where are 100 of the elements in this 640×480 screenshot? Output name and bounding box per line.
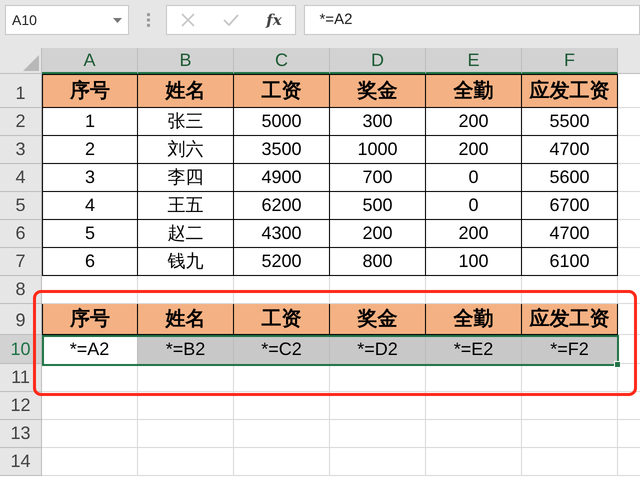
empty-cell[interactable]: [138, 448, 234, 476]
row-header[interactable]: 4: [0, 164, 42, 192]
table-cell: 4900: [234, 164, 330, 192]
table-cell: 刘六: [138, 136, 234, 164]
empty-cell[interactable]: [138, 364, 234, 392]
table-cell: 钱九: [138, 248, 234, 276]
table-cell: 1: [42, 108, 138, 136]
table-cell: 6100: [522, 248, 618, 276]
table-cell: 5000: [234, 108, 330, 136]
table-cell: 2: [42, 136, 138, 164]
table-cell: 6200: [234, 192, 330, 220]
column-header[interactable]: A: [42, 48, 138, 74]
name-box[interactable]: A10: [5, 5, 130, 35]
table-header-cell: 工资: [234, 304, 330, 335]
empty-cell[interactable]: [426, 392, 522, 420]
table-cell[interactable]: *=B2: [138, 335, 234, 364]
table-header-cell: 全勤: [426, 74, 522, 108]
table-cell: 6: [42, 248, 138, 276]
empty-cell[interactable]: [234, 420, 330, 448]
row-header[interactable]: 2: [0, 108, 42, 136]
table-cell: 5: [42, 220, 138, 248]
table-cell: 500: [330, 192, 426, 220]
empty-cell[interactable]: [138, 392, 234, 420]
row-header[interactable]: 10: [0, 335, 42, 364]
table-cell: 100: [426, 248, 522, 276]
empty-cell[interactable]: [522, 392, 618, 420]
column-header[interactable]: B: [138, 48, 234, 74]
table-cell[interactable]: *=C2: [234, 335, 330, 364]
empty-cell[interactable]: [426, 420, 522, 448]
table-cell: 200: [426, 136, 522, 164]
cell-reference: A10: [12, 10, 37, 30]
grip-icon: [147, 13, 150, 27]
table-header-cell: 奖金: [330, 304, 426, 335]
empty-cell[interactable]: [234, 364, 330, 392]
table-cell: 李四: [138, 164, 234, 192]
table-cell: 张三: [138, 108, 234, 136]
table-cell: 5600: [522, 164, 618, 192]
table-cell: 700: [330, 164, 426, 192]
table-cell: 200: [426, 220, 522, 248]
row-header[interactable]: 1: [0, 74, 42, 108]
empty-cell[interactable]: [426, 364, 522, 392]
table-header-cell: 奖金: [330, 74, 426, 108]
table-cell: 200: [426, 108, 522, 136]
table-cell: 0: [426, 192, 522, 220]
empty-cell[interactable]: [330, 420, 426, 448]
table-cell: 5500: [522, 108, 618, 136]
row-header[interactable]: 13: [0, 420, 42, 448]
table-header-cell: 序号: [42, 74, 138, 108]
table-cell: 3500: [234, 136, 330, 164]
column-header[interactable]: C: [234, 48, 330, 74]
table-cell: 0: [426, 164, 522, 192]
formula-text: *=A2: [319, 10, 352, 30]
column-header[interactable]: E: [426, 48, 522, 74]
row-header[interactable]: 9: [0, 304, 42, 335]
select-all-icon[interactable]: [23, 55, 39, 71]
empty-cell[interactable]: [138, 420, 234, 448]
table-header-cell: 工资: [234, 74, 330, 108]
table-header-cell: 姓名: [138, 74, 234, 108]
table-header-cell: 全勤: [426, 304, 522, 335]
table-cell[interactable]: *=F2: [522, 335, 618, 364]
table-cell: 1000: [330, 136, 426, 164]
empty-cell[interactable]: [330, 392, 426, 420]
table-header-cell: 姓名: [138, 304, 234, 335]
table-cell: 200: [330, 220, 426, 248]
table-cell: 3: [42, 164, 138, 192]
row-header[interactable]: 3: [0, 136, 42, 164]
table-cell: 6700: [522, 192, 618, 220]
row-header[interactable]: 5: [0, 192, 42, 220]
empty-cell[interactable]: [234, 448, 330, 476]
empty-cell[interactable]: [522, 420, 618, 448]
table-cell: 4300: [234, 220, 330, 248]
table-header-cell: 序号: [42, 304, 138, 335]
table-cell: 王五: [138, 192, 234, 220]
row-header[interactable]: 7: [0, 248, 42, 276]
column-header[interactable]: D: [330, 48, 426, 74]
table-cell: 4700: [522, 220, 618, 248]
row-header[interactable]: 12: [0, 392, 42, 420]
empty-cell[interactable]: [330, 448, 426, 476]
table-header-cell: 应发工资: [522, 304, 618, 335]
table-cell[interactable]: *=E2: [426, 335, 522, 364]
row-header[interactable]: 14: [0, 448, 42, 476]
empty-cell[interactable]: [426, 448, 522, 476]
table-header-cell: 应发工资: [522, 74, 618, 108]
table-cell[interactable]: *=D2: [330, 335, 426, 364]
empty-cell[interactable]: [330, 364, 426, 392]
row-header[interactable]: 11: [0, 364, 42, 392]
table-cell: 赵二: [138, 220, 234, 248]
dropdown-icon: [113, 18, 122, 22]
fill-handle[interactable]: [614, 361, 621, 368]
column-header[interactable]: F: [522, 48, 618, 74]
table-cell: 4700: [522, 136, 618, 164]
row-header[interactable]: 8: [0, 276, 42, 304]
table-cell: 4: [42, 192, 138, 220]
empty-cell[interactable]: [522, 448, 618, 476]
formula-input[interactable]: *=A2: [304, 5, 640, 35]
table-cell: 5200: [234, 248, 330, 276]
empty-cell[interactable]: [234, 392, 330, 420]
table-cell: 800: [330, 248, 426, 276]
insert-function-button[interactable]: fx: [266, 8, 282, 32]
row-header[interactable]: 6: [0, 220, 42, 248]
